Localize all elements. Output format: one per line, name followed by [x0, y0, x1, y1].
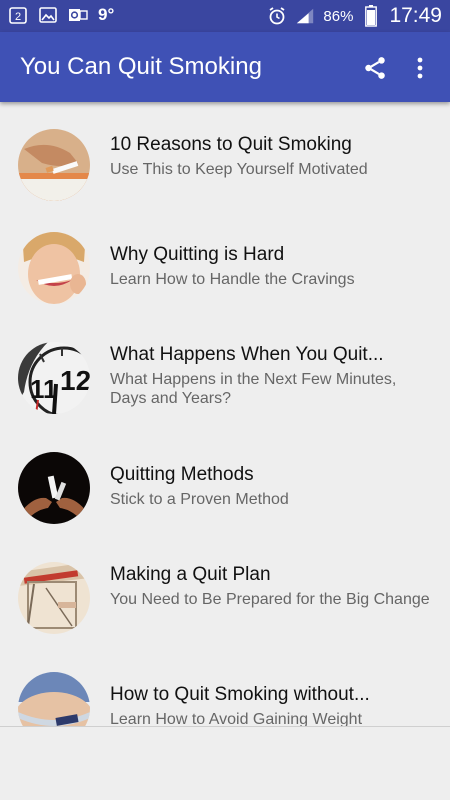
list-item[interactable]: 10 Reasons to Quit Smoking Use This to K… [0, 110, 450, 220]
item-title: What Happens When You Quit... [110, 344, 384, 365]
list-item[interactable]: Making a Quit Plan You Need to Be Prepar… [0, 550, 450, 660]
bottom-area [0, 727, 450, 800]
clock-face-photo: 11 12 [18, 342, 90, 414]
belly-measuring-tape-photo [18, 672, 90, 726]
item-title: Making a Quit Plan [110, 564, 271, 585]
temperature-text: 9° [98, 5, 115, 24]
item-title: How to Quit Smoking without... [110, 684, 370, 705]
status-bar: 2 9° 86% 17:49 [0, 0, 450, 32]
item-title: Why Quitting is Hard [110, 244, 285, 265]
gallery-icon [38, 5, 58, 25]
notification-badge-icon: 2 [8, 5, 28, 25]
outlook-icon [68, 5, 88, 25]
svg-text:2: 2 [15, 11, 21, 23]
list-item[interactable]: How to Quit Smoking without... Learn How… [0, 660, 450, 726]
share-button[interactable] [359, 52, 391, 84]
list-item[interactable]: Why Quitting is Hard Learn How to Handle… [0, 220, 450, 330]
item-subtitle: You Need to Be Prepared for the Big Chan… [110, 591, 430, 608]
alarm-icon [267, 6, 287, 26]
hand-breaking-cigarette-photo [18, 129, 90, 201]
more-vert-icon [417, 57, 423, 79]
signal-icon [295, 6, 315, 26]
list-item[interactable]: Quitting Methods Stick to a Proven Metho… [0, 440, 450, 550]
item-subtitle: Stick to a Proven Method [110, 491, 289, 508]
app-toolbar: You Can Quit Smoking [0, 32, 450, 102]
battery-percent: 86% [323, 7, 354, 25]
list-item[interactable]: 11 12 What Happens When You Quit... What… [0, 330, 450, 440]
battery-icon [361, 5, 381, 27]
cigarette-in-mousetrap-photo [18, 562, 90, 634]
overflow-menu-button[interactable] [405, 52, 435, 84]
topics-list: 10 Reasons to Quit Smoking Use This to K… [0, 102, 450, 726]
item-subtitle: Learn How to Avoid Gaining Weight [110, 711, 363, 726]
hands-breaking-cigarette-dark-photo [18, 452, 90, 524]
item-title: 10 Reasons to Quit Smoking [110, 134, 352, 155]
share-icon [365, 57, 385, 79]
clock-time: 17:49 [389, 4, 442, 27]
svg-text:12: 12 [60, 365, 90, 396]
woman-biting-cigarette-photo [18, 232, 90, 304]
item-title: Quitting Methods [110, 464, 254, 485]
item-subtitle: Use This to Keep Yourself Motivated [110, 161, 368, 178]
item-subtitle: Learn How to Handle the Cravings [110, 271, 355, 288]
item-subtitle: What Happens in the Next Few Minutes, Da… [110, 371, 397, 407]
app-title: You Can Quit Smoking [20, 53, 262, 80]
